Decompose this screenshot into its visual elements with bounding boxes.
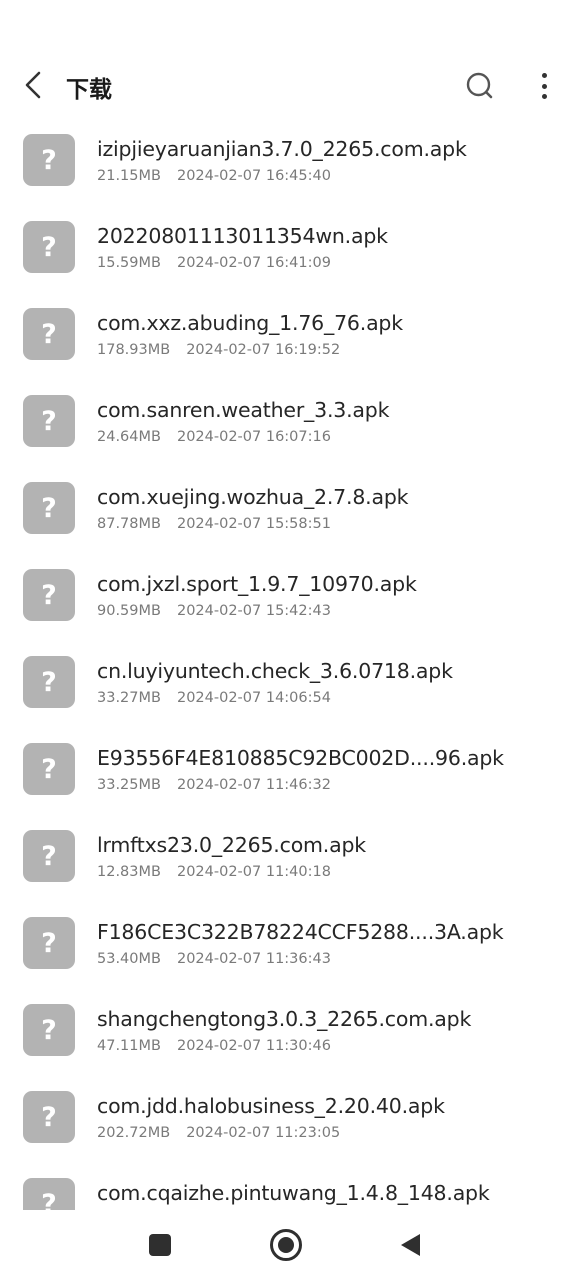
file-date: 2024-02-07 15:42:43 bbox=[176, 603, 331, 619]
file-list-item[interactable]: ? F186CE3C322B78224CCF5288....3A.apk 53.40… bbox=[0, 900, 576, 987]
file-size: 21.15MB bbox=[97, 168, 161, 184]
unknown-file-icon: ? bbox=[23, 221, 75, 273]
file-date: 2024-02-07 16:19:52 bbox=[186, 342, 341, 358]
file-list-item[interactable]: ? E93556F4E810885C92BC002D....96.apk 33.25… bbox=[0, 726, 576, 813]
file-size: 15.59MB bbox=[97, 255, 161, 271]
search-icon bbox=[466, 72, 493, 99]
file-meta: 12.83MB 2024-02-07 11:40:18 bbox=[97, 864, 331, 880]
file-size: 202.72MB bbox=[97, 1125, 171, 1141]
file-name: 20220801113011354wn.apk bbox=[97, 224, 388, 248]
file-name: com.xxz.abuding_1.76_76.apk bbox=[97, 311, 403, 335]
more-vertical-icon bbox=[541, 73, 547, 78]
file-date: 2024-02-07 11:40:18 bbox=[176, 864, 331, 880]
file-date: 2024-02-07 16:07:16 bbox=[176, 429, 331, 445]
file-list-item[interactable]: ? com.cqaizhe.pintuwang_1.4.8_148.apk bbox=[0, 1161, 576, 1210]
file-meta: 21.15MB 2024-02-07 16:45:40 bbox=[97, 168, 331, 184]
back-button[interactable] bbox=[18, 68, 48, 102]
home-circle-icon[interactable] bbox=[270, 1229, 302, 1261]
file-date: 2024-02-07 11:36:43 bbox=[176, 951, 331, 967]
file-name: com.jdd.halobusiness_2.20.40.apk bbox=[97, 1094, 445, 1118]
unknown-file-icon: ? bbox=[23, 743, 75, 795]
file-name: shangchengtong3.0.3_2265.com.apk bbox=[97, 1007, 472, 1031]
unknown-file-icon: ? bbox=[23, 656, 75, 708]
file-list-item[interactable]: ? izipjieyaruanjian3.7.0_2265.com.apk 21.1… bbox=[0, 117, 576, 204]
file-meta: 33.27MB 2024-02-07 14:06:54 bbox=[97, 690, 331, 706]
file-name: F186CE3C322B78224CCF5288....3A.apk bbox=[97, 920, 504, 944]
back-arrow-icon bbox=[25, 71, 41, 99]
file-size: 47.11MB bbox=[97, 1038, 161, 1054]
system-navigation-bar bbox=[0, 1210, 576, 1280]
file-list-item[interactable]: ? lrmftxs23.0_2265.com.apk 12.83MB 2024-02-… bbox=[0, 813, 576, 900]
page-title: 下载 bbox=[66, 77, 112, 103]
app-bar: 下载 bbox=[0, 44, 576, 126]
file-list[interactable]: ? izipjieyaruanjian3.7.0_2265.com.apk 21.1… bbox=[0, 117, 576, 1210]
unknown-file-icon: ? bbox=[23, 1178, 75, 1210]
unknown-file-icon: ? bbox=[23, 917, 75, 969]
file-meta: 178.93MB 2024-02-07 16:19:52 bbox=[97, 342, 340, 358]
file-name: cn.luyiyuntech.check_3.6.0718.apk bbox=[97, 659, 453, 683]
file-date: 2024-02-07 11:30:46 bbox=[176, 1038, 331, 1054]
unknown-file-icon: ? bbox=[23, 482, 75, 534]
status-bar bbox=[0, 0, 576, 44]
file-list-item[interactable]: ? com.jxzl.sport_1.9.7_10970.apk 90.59MB 20… bbox=[0, 552, 576, 639]
file-date: 2024-02-07 16:45:40 bbox=[176, 168, 331, 184]
file-size: 53.40MB bbox=[97, 951, 161, 967]
file-date: 2024-02-07 11:46:32 bbox=[176, 777, 331, 793]
file-list-item[interactable]: ? 20220801113011354wn.apk 15.59MB 2024-02-0… bbox=[0, 204, 576, 291]
unknown-file-icon: ? bbox=[23, 308, 75, 360]
file-meta: 15.59MB 2024-02-07 16:41:09 bbox=[97, 255, 331, 271]
recents-square-icon[interactable] bbox=[149, 1234, 171, 1256]
unknown-file-icon: ? bbox=[23, 1004, 75, 1056]
file-meta: 47.11MB 2024-02-07 11:30:46 bbox=[97, 1038, 331, 1054]
unknown-file-icon: ? bbox=[23, 395, 75, 447]
unknown-file-icon: ? bbox=[23, 569, 75, 621]
file-meta: 202.72MB 2024-02-07 11:23:05 bbox=[97, 1125, 340, 1141]
file-size: 24.64MB bbox=[97, 429, 161, 445]
file-name: E93556F4E810885C92BC002D....96.apk bbox=[97, 746, 504, 770]
file-date: 2024-02-07 15:58:51 bbox=[176, 516, 331, 532]
file-list-item[interactable]: ? com.xuejing.wozhua_2.7.8.apk 87.78MB 2024… bbox=[0, 465, 576, 552]
more-options-button[interactable] bbox=[530, 70, 558, 102]
file-date: 2024-02-07 14:06:54 bbox=[176, 690, 331, 706]
file-meta: 33.25MB 2024-02-07 11:46:32 bbox=[97, 777, 331, 793]
file-size: 87.78MB bbox=[97, 516, 161, 532]
file-list-item[interactable]: ? com.jdd.halobusiness_2.20.40.apk 202.72M… bbox=[0, 1074, 576, 1161]
file-date: 2024-02-07 11:23:05 bbox=[186, 1125, 341, 1141]
file-size: 12.83MB bbox=[97, 864, 161, 880]
file-name: lrmftxs23.0_2265.com.apk bbox=[97, 833, 366, 857]
file-list-item[interactable]: ? com.xxz.abuding_1.76_76.apk 178.93MB 2024… bbox=[0, 291, 576, 378]
file-name: com.xuejing.wozhua_2.7.8.apk bbox=[97, 485, 409, 509]
file-name: com.jxzl.sport_1.9.7_10970.apk bbox=[97, 572, 417, 596]
file-date: 2024-02-07 16:41:09 bbox=[176, 255, 331, 271]
file-size: 33.25MB bbox=[97, 777, 161, 793]
file-meta: 24.64MB 2024-02-07 16:07:16 bbox=[97, 429, 331, 445]
unknown-file-icon: ? bbox=[23, 134, 75, 186]
file-meta: 90.59MB 2024-02-07 15:42:43 bbox=[97, 603, 331, 619]
file-name: izipjieyaruanjian3.7.0_2265.com.apk bbox=[97, 137, 467, 161]
file-name: com.sanren.weather_3.3.apk bbox=[97, 398, 390, 422]
file-size: 90.59MB bbox=[97, 603, 161, 619]
search-button[interactable] bbox=[464, 70, 496, 102]
file-list-item[interactable]: ? shangchengtong3.0.3_2265.com.apk 47.11MB… bbox=[0, 987, 576, 1074]
file-list-item[interactable]: ? cn.luyiyuntech.check_3.6.0718.apk 33.27M… bbox=[0, 639, 576, 726]
back-triangle-icon[interactable] bbox=[398, 1232, 424, 1258]
file-meta: 87.78MB 2024-02-07 15:58:51 bbox=[97, 516, 331, 532]
file-size: 33.27MB bbox=[97, 690, 161, 706]
file-name: com.cqaizhe.pintuwang_1.4.8_148.apk bbox=[97, 1181, 490, 1205]
unknown-file-icon: ? bbox=[23, 830, 75, 882]
file-size: 178.93MB bbox=[97, 342, 171, 358]
unknown-file-icon: ? bbox=[23, 1091, 75, 1143]
file-meta: 53.40MB 2024-02-07 11:36:43 bbox=[97, 951, 331, 967]
file-list-item[interactable]: ? com.sanren.weather_3.3.apk 24.64MB 2024-0… bbox=[0, 378, 576, 465]
